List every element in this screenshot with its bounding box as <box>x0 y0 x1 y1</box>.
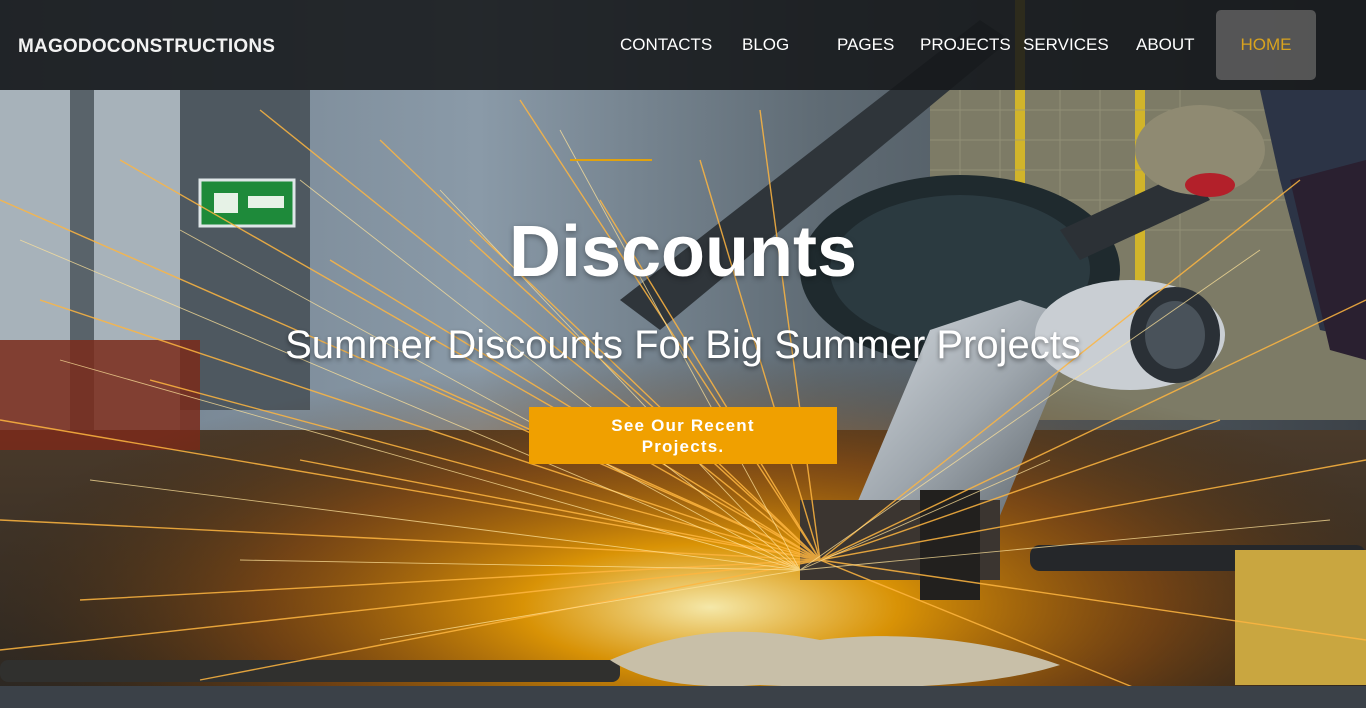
brand-logo-text[interactable]: MAGODOCONSTRUCTIONS <box>18 36 275 58</box>
bottom-floor-strip <box>0 686 1366 708</box>
nav-item-contacts[interactable]: CONTACTS <box>620 35 712 55</box>
hero-subtitle: Summer Discounts For Big Summer Projects <box>285 323 1081 367</box>
hero-title: Discounts <box>508 212 858 292</box>
nav-item-home[interactable]: HOME <box>1216 10 1316 80</box>
top-navbar: MAGODOCONSTRUCTIONS CONTACTS BLOG PAGES … <box>0 0 1366 90</box>
nav-item-blog[interactable]: BLOG <box>742 35 789 55</box>
see-recent-projects-button[interactable]: See Our Recent Projects. <box>529 407 837 464</box>
title-accent-line <box>570 159 652 161</box>
cta-label: See Our Recent Projects. <box>611 415 755 456</box>
nav-item-services[interactable]: SERVICES <box>1023 35 1109 55</box>
hero-section: MAGODOCONSTRUCTIONS CONTACTS BLOG PAGES … <box>0 0 1366 708</box>
nav-item-projects[interactable]: PROJECTS <box>920 35 1011 55</box>
nav-item-home-label: HOME <box>1240 35 1292 54</box>
nav-item-about[interactable]: ABOUT <box>1136 35 1195 55</box>
nav-item-pages[interactable]: PAGES <box>837 35 894 55</box>
